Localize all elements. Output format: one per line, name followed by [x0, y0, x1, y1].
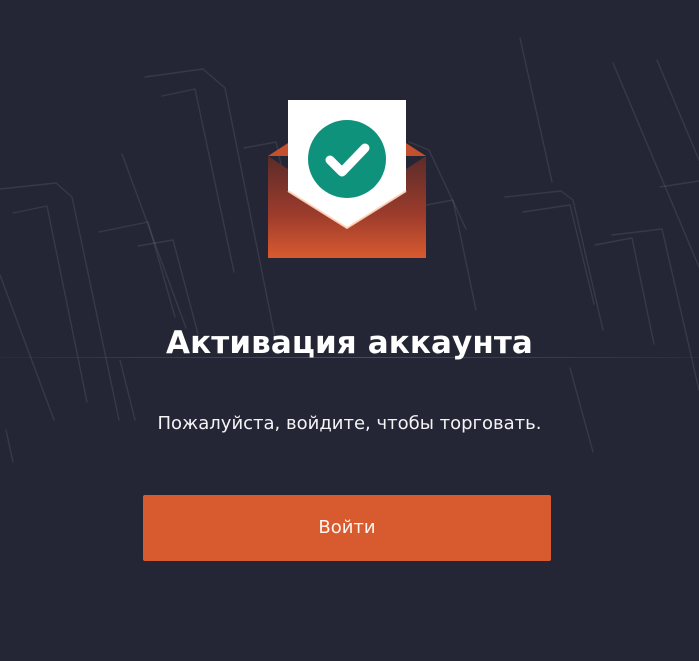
login-instruction-text: Пожалуйста, войдите, чтобы торговать.	[157, 413, 542, 434]
page-title: Активация аккаунта	[166, 324, 533, 361]
login-button[interactable]: Войти	[143, 495, 551, 561]
envelope-with-check-icon	[268, 100, 426, 258]
account-activation-page: Активация аккаунта Пожалуйста, войдите, …	[0, 0, 699, 661]
